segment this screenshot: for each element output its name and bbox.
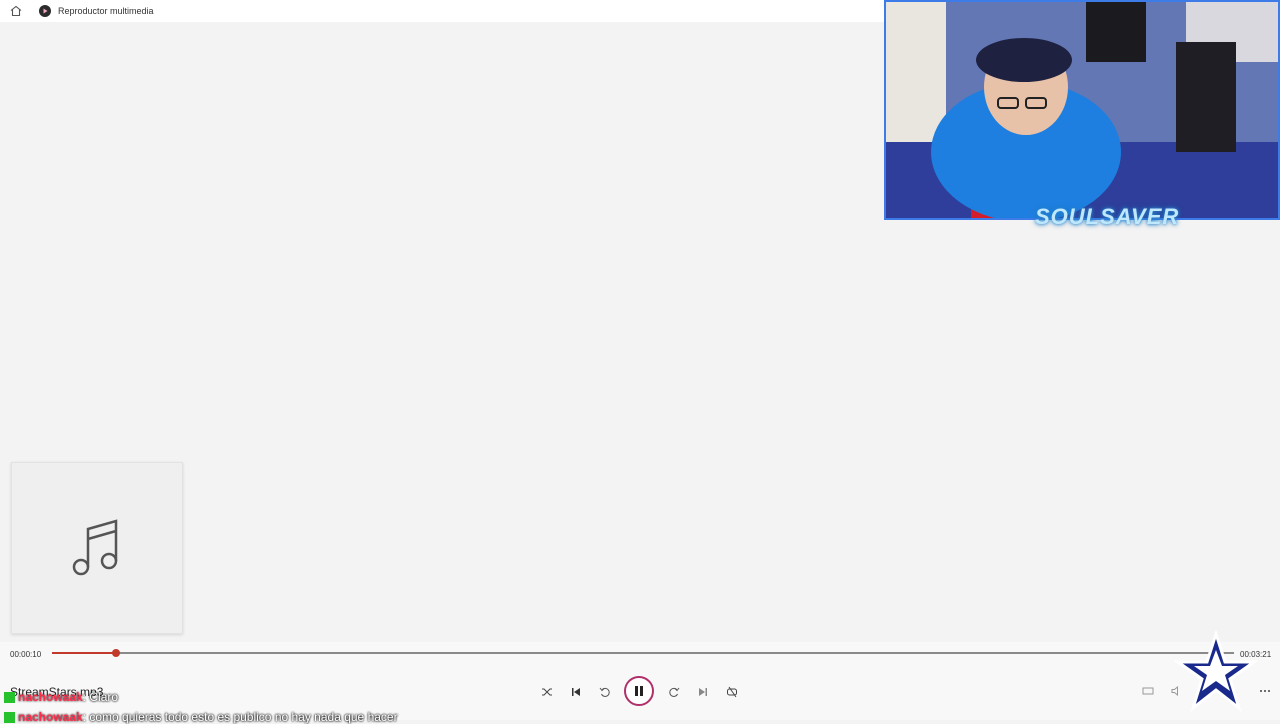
- more-options-button[interactable]: [1259, 686, 1271, 699]
- miniplayer-icon: [1142, 687, 1154, 695]
- chat-text: : como quieras todo esto es publico no h…: [82, 710, 398, 724]
- seek-bar-thumb[interactable]: [111, 649, 120, 657]
- music-note-icon: [72, 519, 118, 576]
- shuffle-button[interactable]: [539, 684, 555, 700]
- album-art: [11, 462, 183, 634]
- forward-button[interactable]: [666, 684, 682, 700]
- chat-message: nachowaak: Claro: [4, 690, 118, 704]
- chat-badge-icon: [4, 712, 15, 724]
- chat-username: nachowaak: [18, 710, 83, 724]
- seek-bar[interactable]: [52, 649, 1234, 657]
- elapsed-time: 00:00:10: [10, 650, 42, 659]
- play-pause-button[interactable]: [624, 676, 654, 706]
- home-button[interactable]: [8, 3, 24, 19]
- window-title: Reproductor multimedia: [58, 6, 154, 16]
- previous-icon: [572, 688, 580, 696]
- webcam-logo: SOULSAVER: [1035, 204, 1180, 229]
- seek-bar-fill: [52, 652, 116, 654]
- shuffle-icon: [542, 688, 552, 696]
- repeat-icon: [727, 686, 737, 698]
- repeat-button[interactable]: [724, 684, 740, 700]
- miniplayer-button[interactable]: [1142, 686, 1154, 699]
- more-icon: [1260, 690, 1270, 692]
- previous-button[interactable]: [568, 684, 584, 700]
- media-player-icon: [39, 5, 51, 17]
- rewind-10-icon: [599, 687, 610, 697]
- chat-message: nachowaak: como quieras todo esto es pub…: [4, 710, 398, 724]
- chat-username: nachowaak: [18, 690, 83, 704]
- next-icon: [699, 688, 707, 696]
- rewind-button[interactable]: [597, 684, 613, 700]
- chat-text: : Claro: [82, 690, 119, 704]
- channel-star-logo: [1174, 630, 1258, 713]
- webcam-overlay: [884, 0, 1280, 220]
- next-button[interactable]: [695, 684, 711, 700]
- pause-icon: [635, 686, 643, 696]
- home-icon: [10, 5, 22, 17]
- chat-badge-icon: [4, 692, 15, 704]
- forward-30-icon: [669, 687, 680, 697]
